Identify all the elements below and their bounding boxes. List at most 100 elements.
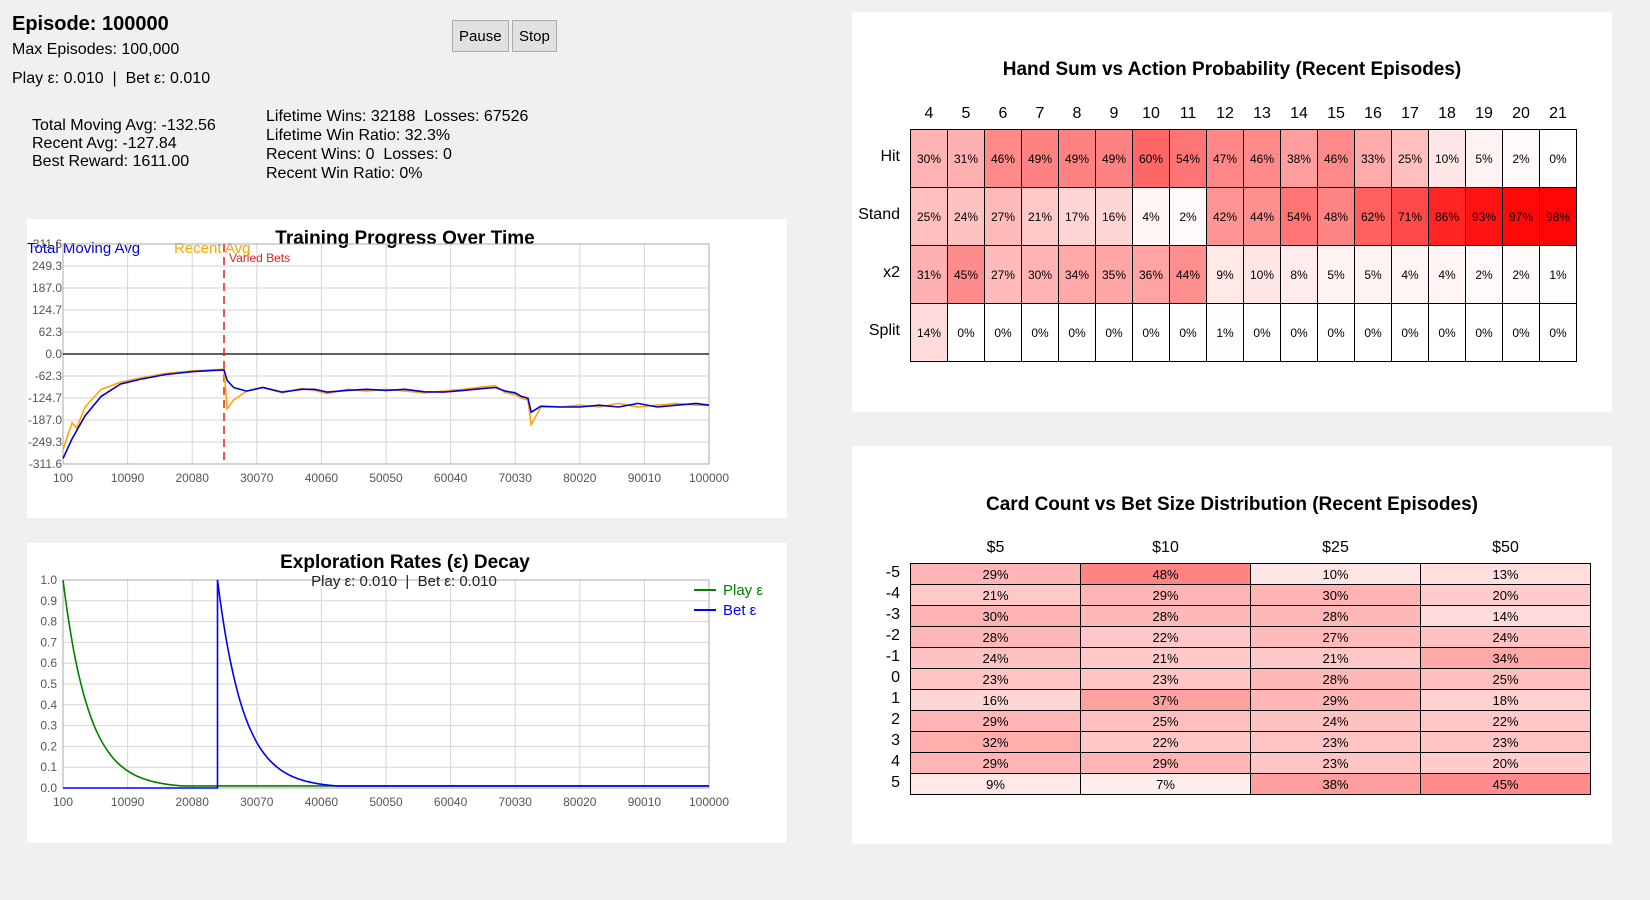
heatmap-cell: 28% [1250,605,1421,627]
heatmap-cell: 24% [947,187,985,246]
heatmap-row-label: Stand [858,206,900,223]
heatmap-cell: 13% [1420,563,1591,585]
heatmap-cell: 46% [1243,129,1281,188]
y-tick-label: 0.8 [40,615,57,629]
heatmap-cell: 31% [947,129,985,188]
heatmap-row: 29% 29% 23% 20% [910,752,1591,774]
heatmap-row-label: 3 [891,731,900,749]
epsilon-label: Play ε: 0.010 | Bet ε: 0.010 [12,70,211,87]
heatmap-cell: 45% [947,245,985,304]
heatmap-cell: 86% [1428,187,1466,246]
heatmap-column-label: 13 [1253,105,1271,122]
heatmap-cell: 49% [1095,129,1133,188]
x-tick-label: 60040 [434,471,468,485]
y-tick-label: 0.9 [40,594,57,608]
card-count-panel: Card Count vs Bet Size Distribution (Rec… [852,446,1612,844]
heatmap-row-label: 1 [891,689,900,707]
x-tick-label: 20080 [176,795,210,809]
y-tick-label: 62.3 [39,325,63,339]
heatmap-cell: 97% [1502,187,1540,246]
heatmap-cell: 93% [1465,187,1503,246]
heatmap-cell: 25% [1420,668,1591,690]
heatmap-cell: 8% [1280,245,1318,304]
stop-button[interactable]: Stop [512,20,557,52]
heatmap-row: 30% 28% 28% 14% [910,605,1591,627]
heatmap-row-label: -3 [885,605,900,623]
heatmap-row: 14% 0% 0% 0% 0% 0% 0% 0% 1% 0% 0% 0% 0% 0% 0% 0% 0% 0% [910,303,1577,362]
heatmap-cell: 35% [1095,245,1133,304]
heatmap-cell: 9% [910,773,1081,795]
heatmap-cell: 31% [910,245,948,304]
heatmap-cell: 46% [1317,129,1355,188]
heatmap-cell: 5% [1354,245,1392,304]
heatmap-cell: 38% [1250,773,1421,795]
y-tick-label: 0.6 [40,656,57,670]
heatmap-cell: 38% [1280,129,1318,188]
x-tick-label: 50050 [369,471,403,485]
heatmap-row: 21% 29% 30% 20% [910,584,1591,606]
pause-button[interactable]: Pause [452,20,509,52]
heatmap-column-label: 11 [1179,105,1197,122]
y-tick-label: 0.0 [40,781,57,795]
heatmap-column-label: 19 [1475,105,1493,122]
training-progress-panel: Training Progress Over Time Total Moving… [27,219,787,518]
heatmap-cell: 29% [1080,752,1251,774]
heatmap-cell: 21% [1080,647,1251,669]
y-tick-label: 0.0 [45,347,62,361]
heatmap-cell: 0% [1021,303,1059,362]
heatmap-cell: 0% [1132,303,1170,362]
heatmap-cell: 0% [1465,303,1503,362]
heatmap-column-label: $50 [1492,539,1519,556]
heatmap-row: 32% 22% 23% 23% [910,731,1591,753]
y-tick-label: 187.0 [32,281,62,295]
x-tick-label: 70030 [499,795,533,809]
heatmap-cell: 20% [1420,752,1591,774]
heatmap-column-label: 12 [1216,105,1234,122]
x-tick-label: 50050 [369,795,403,809]
heatmap-cell: 34% [1420,647,1591,669]
legend-bet-epsilon: Bet ε [723,602,757,619]
heatmap-cell: 21% [1021,187,1059,246]
y-tick-label: 311.6 [33,237,62,251]
lifetime-ratio-stat: Lifetime Win Ratio: 32.3% [266,127,451,144]
heatmap-row-label: -2 [885,626,900,644]
heatmap-cell: 29% [910,752,1081,774]
heatmap-row: 30% 31% 46% 49% 49% 49% 60% 54% 47% 46% 38% 46% 33% 2… [910,129,1577,188]
heatmap-cell: 32% [910,731,1081,753]
heatmap-row: 24% 21% 21% 34% [910,647,1591,669]
heatmap-column-label: 6 [998,105,1008,122]
heatmap-cell: 25% [1080,710,1251,732]
heatmap-cell: 98% [1539,187,1577,246]
heatmap-cell: 71% [1391,187,1429,246]
heatmap-cell: 23% [1250,731,1421,753]
heatmap-cell: 29% [910,563,1081,585]
recent-avg-stat: Recent Avg: -127.84 [32,135,177,152]
heatmap-title: Card Count vs Bet Size Distribution (Rec… [986,494,1478,515]
chart-title: Training Progress Over Time [275,228,534,249]
heatmap-cell: 62% [1354,187,1392,246]
heatmap-cell: 4% [1428,245,1466,304]
heatmap-row-label: 2 [891,710,900,728]
heatmap-column-label: $10 [1152,539,1179,556]
heatmap-cell: 0% [1502,303,1540,362]
heatmap-cell: 0% [1428,303,1466,362]
heatmap-row-label: Hit [880,148,900,165]
y-tick-label: -187.0 [28,413,62,427]
heatmap-cell: 30% [1021,245,1059,304]
heatmap-row: 25% 24% 27% 21% 17% 16% 4% 2% 42% 44% 54% 48% 62% 71%… [910,187,1577,246]
heatmap-cell: 0% [1169,303,1207,362]
heatmap-cell: 0% [1095,303,1133,362]
heatmap-cell: 28% [1080,605,1251,627]
heatmap-cell: 33% [1354,129,1392,188]
heatmap-cell: 1% [1539,245,1577,304]
heatmap-cell: 4% [1132,187,1170,246]
max-episodes-label: Max Episodes: 100,000 [12,41,180,58]
heatmap-cell: 14% [910,303,948,362]
heatmap-cell: 23% [910,668,1081,690]
heatmap-cell: 0% [1317,303,1355,362]
heatmap-cell: 5% [1465,129,1503,188]
y-tick-label: 0.2 [40,739,57,753]
heatmap-row-label: x2 [883,264,900,281]
heatmap-cell: 48% [1080,563,1251,585]
episode-label: Episode: 100000 [12,13,169,35]
